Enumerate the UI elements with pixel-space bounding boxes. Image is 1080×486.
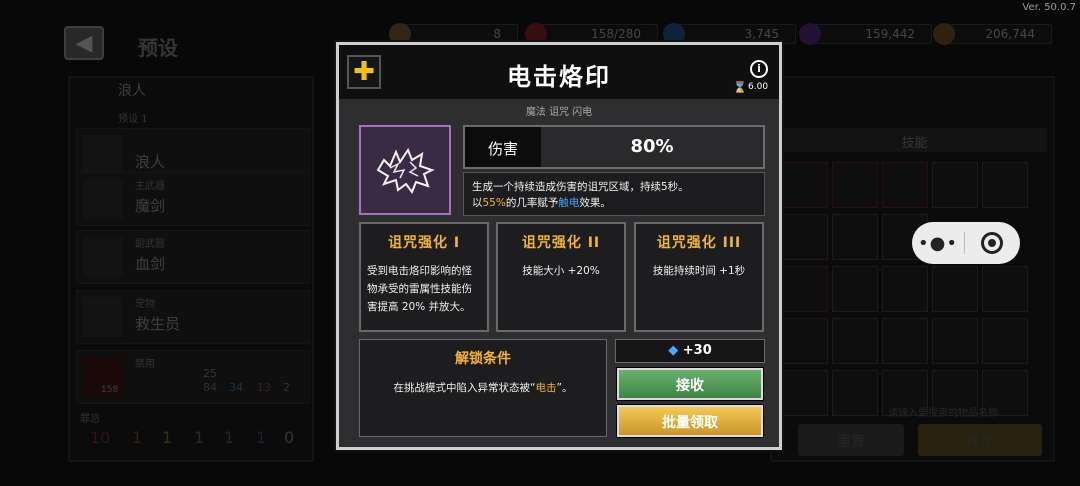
dialog-header: ✚ 电击烙印 i ⌛ 6.00 [339, 45, 779, 99]
damage-value: 80% [541, 127, 763, 167]
skill-slot[interactable] [982, 266, 1028, 312]
skill-slot[interactable] [782, 318, 828, 364]
cooldown-value: 6.00 [748, 82, 769, 92]
close-target-icon[interactable] [981, 232, 1003, 254]
preset-label: 预设 1 [118, 114, 148, 125]
reset-button[interactable]: 重置 [798, 424, 904, 456]
skill-slot[interactable] [982, 162, 1028, 208]
lifebuoy-icon [83, 297, 123, 337]
accept-button[interactable]: 接收 [617, 368, 763, 400]
batch-claim-button[interactable]: 批量领取 [617, 405, 763, 437]
damage-label: 伤害 [465, 127, 541, 167]
search-input[interactable]: 请输入要搜索的物品名称 [888, 404, 998, 419]
skill-slot[interactable] [832, 370, 878, 416]
skill-slot[interactable] [782, 266, 828, 312]
page-title: 预设 [138, 36, 178, 60]
hourglass-icon: ⌛ [733, 81, 747, 94]
sword-icon [83, 179, 123, 219]
skill-slot[interactable] [932, 266, 978, 312]
floating-menu-capsule: •●• [912, 222, 1020, 264]
crystal-icon [799, 23, 821, 45]
skill-slot[interactable] [832, 214, 878, 260]
skill-grid-header: 技能 [782, 128, 1047, 152]
damage-stat: 伤害 80% [463, 125, 765, 169]
curse-enhancement-3: 诅咒强化 III 技能持续时间 +1秒 [634, 222, 764, 332]
skill-tags: 魔法 诅咒 闪电 [525, 107, 593, 118]
version-label: Ver. 50.0.7 [1022, 2, 1076, 13]
resource-gems[interactable]: 3,745 [663, 23, 796, 45]
info-icon[interactable]: i [750, 60, 768, 78]
skill-description: 生成一个持续造成伤害的诅咒区域，持续5秒。 以55%的几率赋予触电效果。 [463, 172, 765, 216]
skill-slot[interactable] [832, 318, 878, 364]
back-arrow-icon: ◀ [75, 30, 93, 56]
slot-banned[interactable]: 禁用 25 84 34 13 2 158 [76, 350, 310, 404]
unlock-condition: 解锁条件 在挑战模式中陷入异常状态被“电击”。 [359, 339, 607, 437]
curse-enhancement-1: 诅咒强化 I 受到电击烙印影响的怪物承受的雷属性技能伤害提高 20% 并放大。 [359, 222, 489, 332]
gem-reward: ◆ +30 [615, 339, 765, 363]
skill-slot[interactable] [782, 162, 828, 208]
skill-slot[interactable] [882, 266, 928, 312]
resource-gold[interactable]: 206,744 [933, 23, 1052, 45]
skill-title: 电击烙印 [507, 63, 611, 91]
more-options-icon[interactable]: •●• [912, 233, 964, 254]
skill-slot[interactable] [882, 162, 928, 208]
resource-scroll: 8 [389, 23, 518, 45]
skill-slot[interactable] [932, 162, 978, 208]
skill-slot[interactable] [782, 370, 828, 416]
skill-slot[interactable] [832, 162, 878, 208]
capsule-divider [964, 232, 965, 254]
skill-grid-panel: 技能 请输入要搜索的物品名称 [770, 76, 1055, 462]
curse-enhancement-2: 诅咒强化 II 技能大小 +20% [496, 222, 626, 332]
character-name: 浪人 [118, 83, 146, 99]
resource-stamina: 158/280 [525, 23, 658, 45]
save-button[interactable]: 保存 [918, 424, 1042, 456]
back-button[interactable]: ◀ [64, 26, 104, 60]
slot-sub-weapon[interactable]: 副武器 血剑 [76, 230, 310, 284]
skill-detail-dialog: ✚ 电击烙印 i ⌛ 6.00 魔法 诅咒 闪电 伤害 80% 生成一个持续造成… [336, 42, 782, 450]
preset-left-panel: 浪人 预设 1 浪人 主武器 魔剑 副武器 血剑 宠物 救生员 禁用 25 84 34… [68, 76, 314, 462]
resource-crystal[interactable]: 159,442 [799, 23, 932, 45]
coin-icon [933, 23, 955, 45]
tier-label: 罪恶 [80, 414, 100, 425]
slot-pet[interactable]: 宠物 救生员 [76, 290, 310, 344]
skill-slot[interactable] [882, 318, 928, 364]
gem-icon: ◆ [668, 343, 679, 358]
lightning-mark-icon [359, 125, 451, 215]
skill-slot[interactable] [832, 266, 878, 312]
slot-main-weapon[interactable]: 主武器 魔剑 [76, 172, 310, 226]
skill-slot[interactable] [782, 214, 828, 260]
skill-slot[interactable] [932, 318, 978, 364]
character-avatar [83, 135, 123, 175]
blood-sword-icon [83, 237, 123, 277]
skill-slot[interactable] [982, 318, 1028, 364]
